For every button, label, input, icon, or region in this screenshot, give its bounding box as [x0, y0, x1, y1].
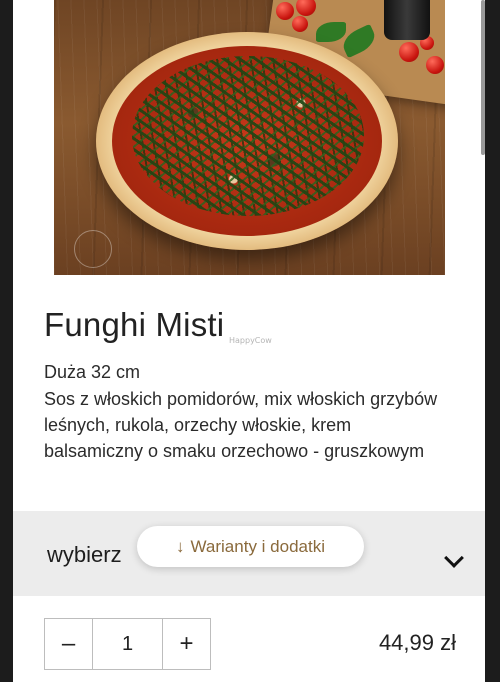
product-image [54, 0, 445, 275]
product-price: 44,99 zł [378, 630, 456, 655]
tomato-decor [292, 16, 308, 32]
rucola-topping [132, 56, 364, 216]
product-size: Duża 32 cm [44, 362, 141, 382]
arrow-down-icon: ↓ [176, 536, 185, 556]
variants-label: wybierz [47, 542, 122, 567]
product-title: Funghi Misti [44, 306, 225, 343]
tomato-decor [399, 42, 419, 62]
quantity-stepper: – 1 + [44, 618, 211, 670]
tomato-decor [276, 2, 294, 20]
variants-hint-button[interactable]: ↓ Warianty i dodatki [137, 526, 364, 567]
watermark-text: HappyCow [229, 336, 272, 345]
tomato-decor [426, 56, 444, 74]
quantity-value[interactable]: 1 [92, 619, 163, 669]
variants-hint-text: Warianty i dodatki [190, 536, 325, 556]
chevron-down-icon[interactable] [444, 548, 464, 568]
watermark-logo [74, 230, 112, 268]
product-sheet: Funghi Misti HappyCow Duża 32 cm Sos z w… [13, 0, 485, 682]
scrollbar[interactable] [481, 0, 485, 155]
product-description: Sos z włoskich pomidorów, mix włoskich g… [44, 389, 438, 461]
decrease-button[interactable]: – [45, 619, 92, 669]
pepper-grinder-decor [384, 0, 430, 40]
order-bar: – 1 + 44,99 zł [13, 596, 485, 682]
increase-button[interactable]: + [163, 619, 210, 669]
